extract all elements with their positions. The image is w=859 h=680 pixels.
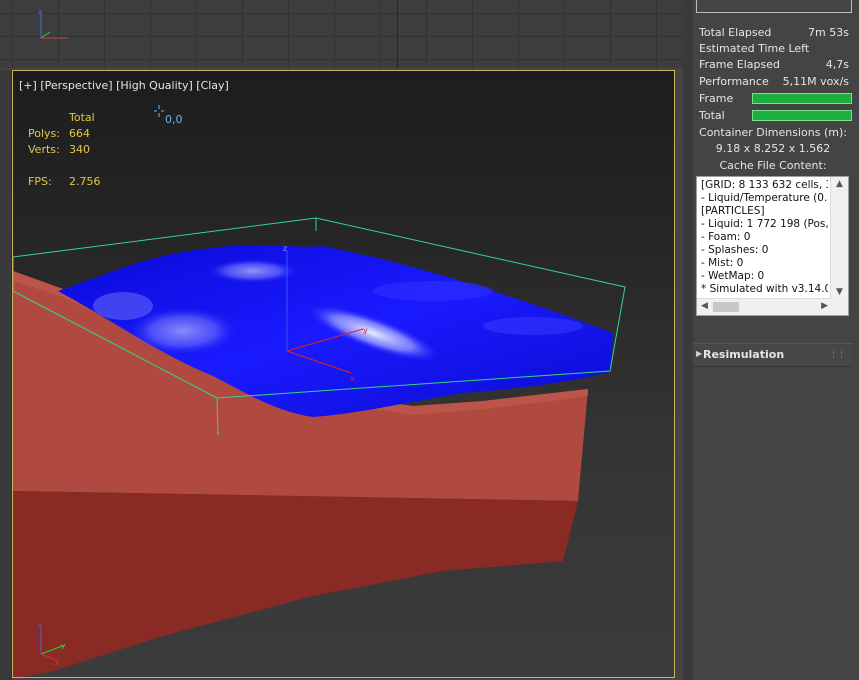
stats-polys-label: Polys: [28,127,60,140]
viewport-plus-menu[interactable]: [+] [19,79,37,92]
viewport-view-menu[interactable]: [Perspective] [40,79,112,92]
total-elapsed-label: Total Elapsed [699,26,772,39]
performance-label: Performance [699,75,769,88]
cache-file-content-box[interactable]: [GRID: 8 133 632 cells, 37- Liquid/Tempe… [696,176,849,316]
scroll-down-icon[interactable]: ▼ [836,288,843,297]
cache-line: - Liquid/Temperature (0.0 [701,192,828,204]
viewport-divider [397,0,398,68]
performance-row: Performance 5,11M vox/s [699,75,849,91]
command-panel: Total Elapsed 7m 53s Estimated Time Left… [693,0,859,680]
total-progress-label: Total [699,109,725,122]
svg-text:y: y [61,642,65,650]
frame-elapsed-value: 4,7s [825,58,849,71]
viewport-shading-menu[interactable]: [Clay] [196,79,229,92]
panel-top-field[interactable] [696,0,852,13]
total-elapsed-value: 7m 53s [808,26,849,39]
frame-elapsed-label: Frame Elapsed [699,58,780,71]
stats-verts-label: Verts: [28,143,60,156]
vertical-scrollbar[interactable]: ▲ ▼ [830,177,848,300]
cache-line: [PARTICLES] [701,205,765,217]
svg-text:x: x [55,659,59,667]
axis-tripod-icon: z [38,8,68,39]
scene-render: z y x z y x [13,105,626,677]
stats-total-header: Total [69,111,95,124]
drag-grip-icon[interactable]: ⋮⋮ [829,349,846,359]
estimated-time-row: Estimated Time Left [699,42,849,58]
svg-text:z: z [283,244,287,253]
cache-line: - Mist: 0 [701,257,744,269]
container-dimensions-value: 9.18 x 8.252 x 1.562 [715,142,831,155]
performance-value: 5,11M vox/s [782,75,849,88]
scroll-right-icon[interactable]: ▶ [821,302,828,311]
stats-verts-value: 340 [69,143,90,156]
left-viewport-strip [0,70,12,680]
svg-text:x: x [350,374,355,383]
total-elapsed-row: Total Elapsed 7m 53s [699,26,849,42]
frame-elapsed-row: Frame Elapsed 4,7s [699,58,849,74]
cache-line: [GRID: 8 133 632 cells, 37 [701,179,828,191]
scroll-up-icon[interactable]: ▲ [836,180,843,189]
expand-icon: ▶ [696,349,703,358]
frame-progress-row: Frame [699,92,852,108]
resimulation-rollout[interactable]: ▶ Resimulation ⋮⋮ [693,343,853,367]
container-dimensions-label: Container Dimensions (m): [699,126,847,139]
cursor-coordinate: 0,0 [165,113,183,126]
cursor-crosshair-icon [154,105,164,117]
svg-text:z: z [38,8,42,16]
svg-text:z: z [38,622,42,630]
stats-polys-value: 664 [69,127,90,140]
estimated-time-left-label: Estimated Time Left [699,42,810,55]
cache-line: * Simulated with v3.14.01 [701,283,828,295]
viewport-label: [+] [Perspective] [High Quality] [Clay] [19,79,229,92]
scroll-left-icon[interactable]: ◀ [701,302,708,311]
cache-file-content-text: [GRID: 8 133 632 cells, 37- Liquid/Tempe… [701,179,828,300]
frame-progress-bar [752,93,852,104]
top-viewport[interactable]: z [0,0,683,68]
horizontal-scrollbar[interactable]: ◀ ▶ [697,298,832,315]
viewport-gap [683,0,693,680]
viewport-quality-menu[interactable]: [High Quality] [116,79,193,92]
resimulation-rollout-title: Resimulation [703,348,785,361]
cache-line: - WetMap: 0 [701,270,765,282]
perspective-viewport[interactable]: z y x z y x [+] [Perspective] [High Qual… [12,70,675,678]
stats-fps-label: FPS: [28,175,52,188]
cache-file-content-label: Cache File Content: [719,159,827,172]
frame-progress-label: Frame [699,92,734,105]
cache-line: - Foam: 0 [701,231,751,243]
svg-text:y: y [363,326,368,335]
stats-fps-value: 2.756 [69,175,101,188]
scrollbar-corner [831,298,848,315]
horizontal-scroll-thumb[interactable] [713,302,739,312]
cache-line: - Liquid: 1 772 198 (Pos,Ve [701,218,828,230]
cache-line: - Splashes: 0 [701,244,769,256]
total-progress-row: Total [699,109,852,125]
total-progress-bar [752,110,852,121]
